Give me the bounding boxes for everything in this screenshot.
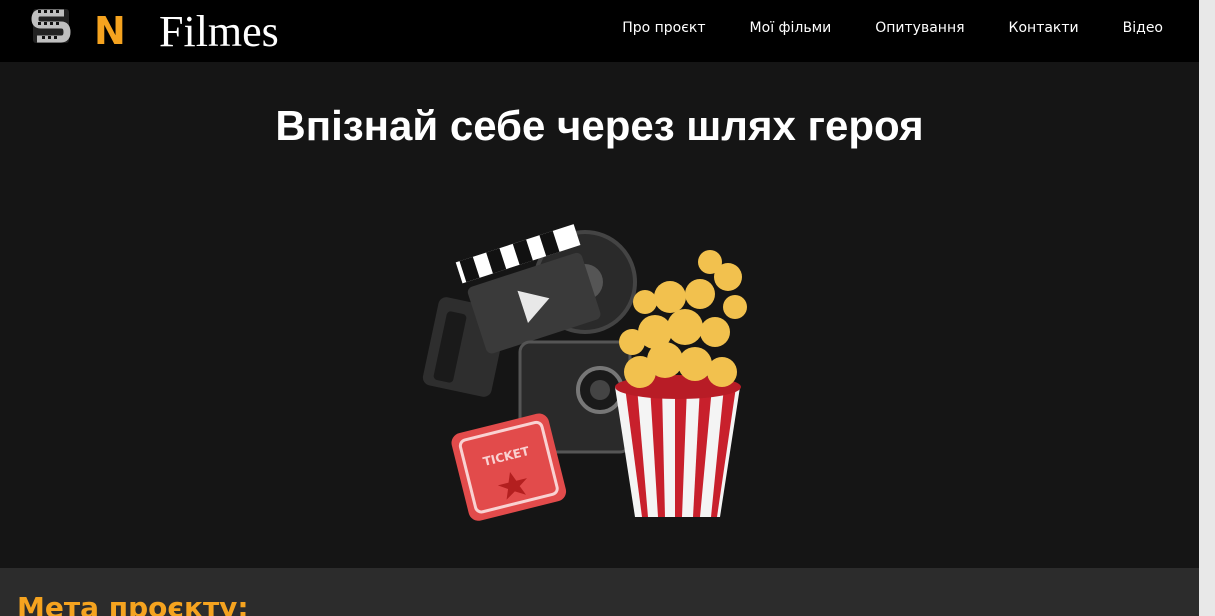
film-strip-logo-icon[interactable]	[30, 7, 72, 45]
nav-about[interactable]: Про проєкт	[622, 17, 705, 39]
page: N Filmes Про проєкт Мої фільми Опитуванн…	[0, 0, 1199, 616]
site-header: N Filmes Про проєкт Мої фільми Опитуванн…	[0, 0, 1199, 62]
cinema-illustration-icon: TICKET	[422, 224, 747, 521]
nav-video[interactable]: Відео	[1123, 17, 1163, 39]
hero-title: Впізнай себе через шлях героя	[275, 102, 924, 149]
goal-section-title: Мета проєкту:	[17, 591, 249, 616]
nav-contacts[interactable]: Контакти	[1009, 17, 1079, 39]
nav-survey[interactable]: Опитування	[875, 17, 964, 39]
page-scrollbar[interactable]	[1199, 0, 1215, 616]
logo-letter-n: N	[94, 9, 126, 53]
main-nav: Про проєкт Мої фільми Опитування Контакт…	[578, 17, 1163, 39]
brand-name[interactable]: Filmes	[159, 6, 279, 58]
goal-section: Мета проєкту:	[0, 568, 1199, 616]
nav-my-films[interactable]: Мої фільми	[750, 17, 832, 39]
